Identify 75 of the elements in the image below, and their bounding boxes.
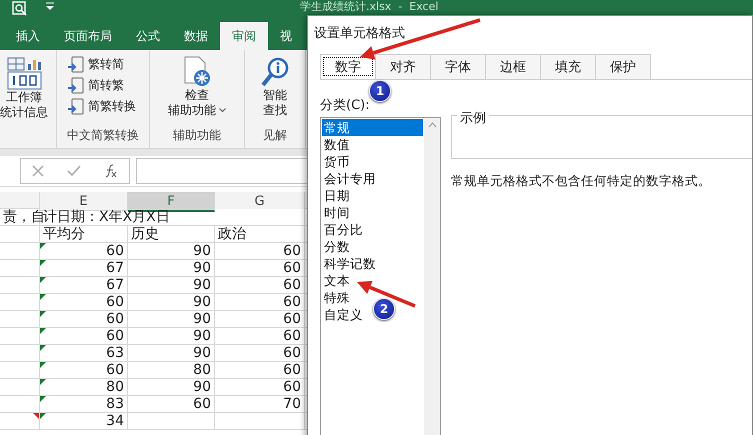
table-cell: 80 [40, 379, 128, 396]
caret-icon [219, 108, 226, 113]
window-title: 学生成绩统计.xlsx - Excel [300, 1, 438, 13]
ribbon-tab[interactable]: 数据 [172, 22, 220, 50]
table-cell: 60 [128, 396, 215, 413]
convert-icon [67, 76, 85, 94]
table-cell: 63 [40, 345, 128, 362]
table-cell: 90 [128, 328, 215, 345]
category-item[interactable]: 百分比 [322, 221, 363, 238]
category-item[interactable]: 文本 [322, 272, 350, 289]
table-cell: 90 [128, 379, 215, 396]
category-item[interactable]: 会计专用 [322, 170, 376, 187]
ribbon-tab[interactable]: 插入 [4, 22, 52, 50]
group-label: 辅助功能 [173, 127, 221, 144]
table-cell: 90 [128, 345, 215, 362]
category-item[interactable]: 特殊 [322, 289, 350, 306]
category-item[interactable]: 日期 [322, 187, 350, 204]
document-icon [182, 56, 212, 88]
category-label: 分类(C): [320, 97, 371, 114]
category-item[interactable]: 数值 [322, 136, 350, 153]
sample-label: 示例 [457, 111, 489, 126]
dialog-tab[interactable]: 填充 [540, 54, 596, 79]
comment-marker [33, 413, 39, 419]
conversion-button[interactable]: 繁转简 [67, 54, 136, 75]
dialog-tab[interactable]: 边框 [485, 54, 541, 79]
category-item[interactable]: 自定义 [322, 306, 363, 323]
table-cell: 平均分 [40, 226, 128, 243]
table-cell: 83 [40, 396, 128, 413]
table-cell: 60 [40, 328, 128, 345]
table-cell: 90 [128, 294, 215, 311]
smart-lookup-button[interactable]: 智能 查找 [260, 56, 290, 118]
conversion-button[interactable]: 简转繁 [67, 75, 136, 96]
category-item[interactable]: 货币 [322, 153, 350, 170]
table-cell: 60 [40, 294, 128, 311]
ribbon-tab[interactable]: 视 [268, 22, 304, 50]
ribbon-tab[interactable]: 审阅 [220, 22, 268, 50]
table-cell: 60 [40, 311, 128, 328]
category-item[interactable]: 科学记数 [322, 255, 376, 272]
dialog-tab[interactable]: 对齐 [375, 54, 431, 79]
dialog-tab[interactable]: 数字 [320, 54, 376, 79]
table-cell: 60 [40, 243, 128, 260]
category-item[interactable]: 分数 [322, 238, 350, 255]
workbook-statistics-button[interactable]: 工作簿 统计信息 [0, 56, 48, 120]
description-text: 常规单元格格式不包含任何特定的数字格式。 [451, 173, 712, 190]
table-cell: 67 [40, 277, 128, 294]
conversion-button[interactable]: 简繁转换 [67, 96, 136, 117]
ribbon-tab[interactable]: 公式 [124, 22, 172, 50]
table-cell: 90 [128, 311, 215, 328]
column-header[interactable]: F [128, 192, 215, 212]
convert-icon [67, 98, 85, 116]
dropdown-icon[interactable] [46, 1, 54, 11]
table-cell: 80 [128, 362, 215, 379]
table-cell: 60 [40, 362, 128, 379]
table-cell: 历史 [128, 226, 215, 243]
category-item[interactable]: 时间 [322, 204, 350, 221]
convert-icon [67, 56, 85, 74]
check-icon[interactable] [66, 165, 81, 177]
table-cell: 90 [128, 277, 215, 294]
column-header[interactable]: E [40, 192, 128, 211]
lightbulb-magnifier-icon [260, 56, 290, 88]
table-cell: 34 [40, 413, 128, 430]
group-label: 中文简繁转换 [67, 127, 139, 144]
check-accessibility-button[interactable]: 检查 辅助功能 [168, 56, 226, 118]
category-item[interactable]: 常规 [322, 119, 423, 136]
dialog-title: 设置单元格格式 [314, 25, 406, 42]
dialog-tab[interactable]: 字体 [430, 54, 486, 79]
dialog-tab[interactable]: 保护 [595, 54, 651, 79]
table-cell: 90 [128, 243, 215, 260]
ribbon-tab[interactable]: 页面布局 [52, 22, 124, 50]
function-icon[interactable] [104, 164, 118, 178]
search-icon[interactable] [12, 1, 28, 17]
group-label: 见解 [263, 127, 287, 144]
table-cell: 90 [128, 260, 215, 277]
table-cell: 67 [40, 260, 128, 277]
statistics-icon [6, 56, 42, 90]
